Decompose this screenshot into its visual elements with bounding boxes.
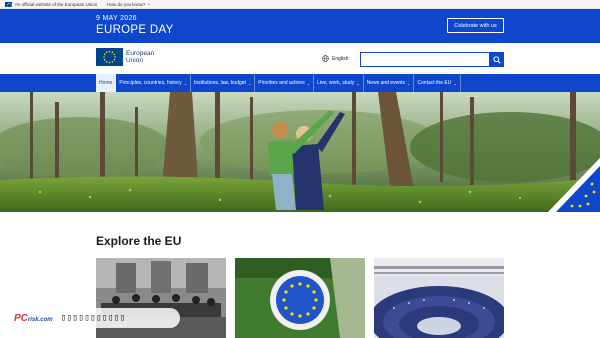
site-header: European Union English [0,43,600,74]
nav-item-label: News and events [366,80,406,86]
chevron-down-icon: ⌄ [147,1,152,6]
watermark-text: ▯▯▯▯▯▯▯▯▯▯▯ [60,313,126,323]
pcrisk-logo: PCrisk.com [14,313,53,324]
pcrisk-logo-pc: PC [14,312,28,324]
eu-flag-logo [96,48,123,66]
hero-image [0,92,600,212]
chevron-down-icon: ⌄ [453,80,457,86]
chevron-down-icon: ⌄ [247,80,252,86]
nav-item-label: Live, work, study [317,80,355,86]
chevron-down-icon: ⌄ [407,80,411,86]
eu-flag-aerial-photo [235,258,365,338]
chevron-down-icon: ⌄ [306,80,311,86]
language-selector[interactable]: English [322,55,348,62]
search-button[interactable] [489,52,504,67]
europe-day-banner: 9 MAY 2026 EUROPE DAY Celebrate with us [0,9,600,43]
event-title: EUROPE DAY [96,24,174,36]
search-input[interactable] [360,52,490,67]
main-navigation: Home Principles, countries, history ⌄ In… [0,74,600,92]
search-icon [492,55,501,64]
event-date: 9 MAY 2026 [96,15,137,22]
how-do-you-know-toggle[interactable]: How do you know? ⌄ [107,1,151,7]
chevron-down-icon: ⌄ [356,80,360,86]
official-site-bar: An official website of the European Unio… [0,0,600,9]
globe-icon [322,55,329,62]
nav-item-priorities[interactable]: Priorities and actions ⌄ [255,74,315,92]
nav-item-label: Home [99,80,113,86]
eu-flag-icon [5,1,12,8]
nav-item-contact[interactable]: Contact the EU ⌄ [414,74,461,92]
nav-item-principles[interactable]: Principles, countries, history ⌄ [116,74,191,92]
logo-line-2: Union [126,57,143,64]
nav-item-label: Contact the EU [417,80,452,86]
nav-item-label: Principles, countries, history [119,80,182,86]
official-site-text: An official website of the European Unio… [15,1,98,7]
nav-item-label: Institutions, law, budget [193,80,246,86]
logo-line-1: European [126,49,155,57]
section-title: Explore the EU [96,234,182,248]
pcrisk-logo-risk: risk.com [27,316,53,323]
how-do-you-know-label: How do you know? [107,1,146,7]
nav-item-home[interactable]: Home [96,74,117,92]
nav-item-live-work-study[interactable]: Live, work, study ⌄ [314,74,364,92]
nav-item-news-events[interactable]: News and events ⌄ [364,74,415,92]
chevron-down-icon: ⌄ [183,80,187,86]
explore-card-institutions[interactable] [374,258,504,338]
celebrate-button[interactable]: Celebrate with us [447,18,504,33]
explore-card-countries[interactable] [235,258,365,338]
nav-item-label: Priorities and actions [258,80,305,86]
eu-logo-link[interactable]: European Union [96,48,154,66]
language-label: English [332,55,349,62]
eu-logo-text: European Union [126,50,154,65]
parliament-hemicycle-photo [374,258,504,338]
nav-item-institutions[interactable]: Institutions, law, budget ⌄ [191,74,256,92]
pcrisk-watermark: PCrisk.com ▯▯▯▯▯▯▯▯▯▯▯ [10,308,180,328]
